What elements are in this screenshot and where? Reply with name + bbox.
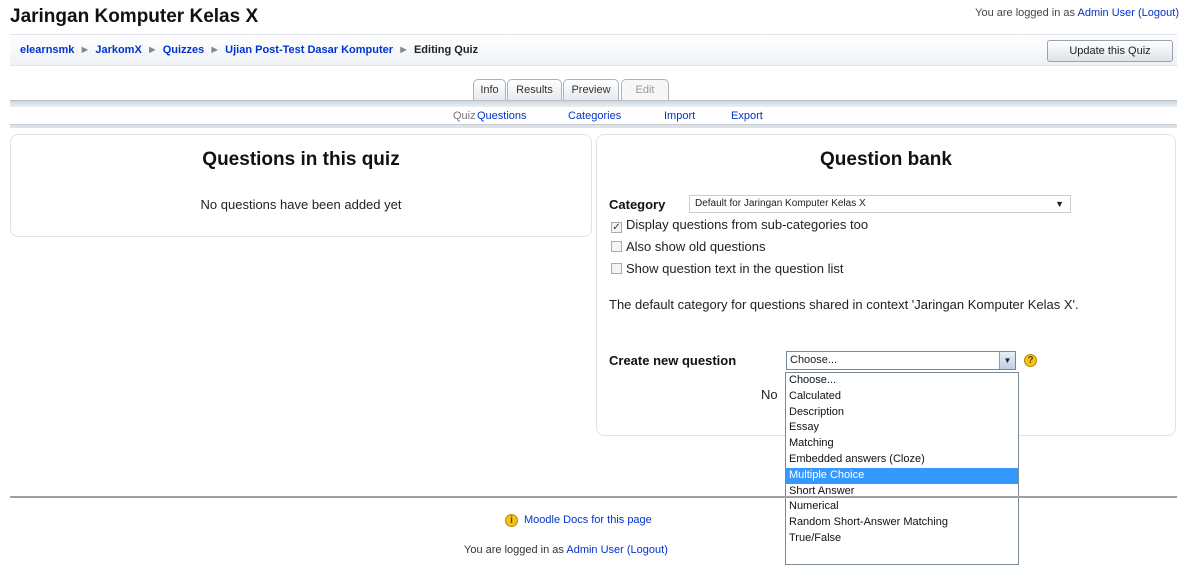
tab-edit: Edit xyxy=(621,79,669,100)
partially-hidden-text: No xyxy=(761,387,778,402)
option-embedded-answers[interactable]: Embedded answers (Cloze) xyxy=(786,452,1018,468)
login-info-bottom: You are logged in as Admin User (Logout) xyxy=(464,544,668,556)
quiz-questions-panel: Questions in this quiz No questions have… xyxy=(10,134,592,237)
user-link[interactable]: Admin User xyxy=(1077,7,1134,19)
login-info-top: You are logged in as Admin User (Logout) xyxy=(975,7,1179,19)
login-prefix: You are logged in as xyxy=(464,544,564,556)
tab-divider xyxy=(10,100,1177,107)
logout-link[interactable]: (Logout) xyxy=(1138,7,1179,19)
subtab-import[interactable]: Import xyxy=(664,110,695,122)
subtab-questions[interactable]: Questions xyxy=(477,110,527,122)
logout-link[interactable]: (Logout) xyxy=(627,544,668,556)
checkbox-label: Display questions from sub-categories to… xyxy=(626,217,869,232)
update-quiz-button[interactable]: Update this Quiz xyxy=(1047,40,1173,62)
login-prefix: You are logged in as xyxy=(975,7,1076,19)
tab-preview[interactable]: Preview xyxy=(563,79,619,100)
checkbox-label: Show question text in the question list xyxy=(626,261,844,276)
old-questions-checkbox-row[interactable]: Also show old questions xyxy=(611,239,765,254)
checkbox-icon[interactable] xyxy=(611,263,622,274)
breadcrumb-item-quizzes[interactable]: Quizzes xyxy=(163,44,205,56)
tab-info[interactable]: Info xyxy=(473,79,506,100)
subtab-categories[interactable]: Categories xyxy=(568,110,621,122)
option-true-false[interactable]: True/False xyxy=(786,531,1018,547)
breadcrumb-separator: ► xyxy=(398,44,409,56)
breadcrumb-current: Editing Quiz xyxy=(413,44,479,56)
checkbox-label: Also show old questions xyxy=(626,239,766,254)
option-calculated[interactable]: Calculated xyxy=(786,389,1018,405)
quiz-questions-title: Questions in this quiz xyxy=(202,149,400,170)
create-question-select[interactable]: Choose... ▼ xyxy=(786,351,1016,370)
create-question-label: Create new question xyxy=(609,353,737,368)
checkbox-icon[interactable] xyxy=(611,241,622,252)
category-description: The default category for questions share… xyxy=(609,297,1079,312)
footer-divider xyxy=(10,496,1177,498)
breadcrumb-item-home[interactable]: elearnsmk xyxy=(20,44,74,56)
subcategories-checkbox-row[interactable]: ✓ Display questions from sub-categories t… xyxy=(611,217,868,233)
option-description[interactable]: Description xyxy=(786,405,1018,421)
option-choose[interactable]: Choose... xyxy=(786,373,1018,389)
category-select[interactable]: Default for Jaringan Komputer Kelas X ▼ xyxy=(689,195,1071,213)
question-bank-title: Question bank xyxy=(820,149,952,170)
option-random-short-answer[interactable]: Random Short-Answer Matching xyxy=(786,515,1018,531)
chevron-down-icon: ▼ xyxy=(1055,199,1064,209)
question-type-dropdown[interactable]: Choose... Calculated Description Essay M… xyxy=(785,372,1019,565)
breadcrumb-item-quiz[interactable]: Ujian Post-Test Dasar Komputer xyxy=(225,44,393,56)
subtab-divider xyxy=(10,124,1177,128)
help-icon: i xyxy=(505,514,518,527)
breadcrumb-separator: ► xyxy=(79,44,91,56)
moodle-docs-link[interactable]: Moodle Docs for this page xyxy=(524,514,652,526)
category-label: Category xyxy=(609,197,666,212)
user-link[interactable]: Admin User xyxy=(566,544,623,556)
category-select-value: Default for Jaringan Komputer Kelas X xyxy=(695,198,866,209)
empty-message: No questions have been added yet xyxy=(200,197,402,212)
option-numerical[interactable]: Numerical xyxy=(786,499,1018,515)
chevron-down-icon[interactable]: ▼ xyxy=(999,352,1015,369)
checkbox-icon[interactable]: ✓ xyxy=(611,222,622,233)
breadcrumb-separator: ► xyxy=(209,44,221,56)
option-multiple-choice[interactable]: Multiple Choice xyxy=(786,467,1018,484)
page-title: Jaringan Komputer Kelas X xyxy=(10,6,259,27)
subtab-export[interactable]: Export xyxy=(731,110,763,122)
option-essay[interactable]: Essay xyxy=(786,420,1018,436)
help-icon[interactable]: ? xyxy=(1024,354,1037,367)
option-matching[interactable]: Matching xyxy=(786,436,1018,452)
create-question-value: Choose... xyxy=(790,354,838,366)
subtab-quiz: Quiz xyxy=(453,110,476,122)
breadcrumb: elearnsmk ► JarkomX ► Quizzes ► Ujian Post-Tes… xyxy=(20,44,478,56)
tab-results[interactable]: Results xyxy=(507,79,562,100)
breadcrumb-separator: ► xyxy=(146,44,158,56)
question-text-checkbox-row[interactable]: Show question text in the question list xyxy=(611,261,844,276)
breadcrumb-item-course[interactable]: JarkomX xyxy=(95,44,141,56)
navbar: elearnsmk ► JarkomX ► Quizzes ► Ujian Post-Tes… xyxy=(10,34,1177,66)
